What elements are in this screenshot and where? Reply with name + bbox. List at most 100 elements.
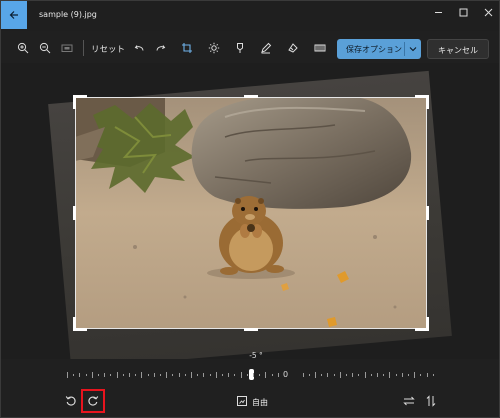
ruler-minor-tick bbox=[122, 374, 124, 376]
aspect-ratio-button[interactable] bbox=[234, 393, 250, 409]
undo-button[interactable] bbox=[131, 40, 147, 56]
ruler-tick bbox=[228, 373, 230, 377]
ruler-minor-tick bbox=[172, 374, 174, 376]
ruler-tick bbox=[240, 372, 242, 378]
brightness-tool-button[interactable] bbox=[206, 40, 222, 56]
save-dropdown-chevron-icon[interactable] bbox=[408, 43, 418, 55]
ruler-minor-tick bbox=[135, 374, 137, 376]
ruler-tick bbox=[302, 373, 304, 377]
markup-icon bbox=[261, 42, 272, 54]
ruler-tick bbox=[352, 373, 354, 377]
ruler-tick bbox=[377, 373, 378, 377]
ruler-minor-tick bbox=[370, 374, 372, 376]
ruler-tick bbox=[178, 373, 180, 377]
crop-handle-top[interactable] bbox=[244, 95, 258, 98]
close-icon bbox=[484, 8, 492, 16]
red-eye-icon bbox=[314, 44, 326, 52]
ruler-tick bbox=[327, 373, 329, 377]
redo-icon bbox=[156, 44, 165, 51]
flip-horizontal-button[interactable] bbox=[401, 393, 417, 409]
retouch-tool-button[interactable] bbox=[285, 40, 301, 56]
ruler-minor-tick bbox=[271, 374, 273, 376]
crop-handle-bottom-left-vertical[interactable] bbox=[73, 317, 76, 331]
rotate-left-icon bbox=[65, 396, 76, 406]
close-button[interactable] bbox=[473, 1, 499, 23]
flip-horizontal-icon bbox=[403, 396, 415, 406]
ruler-minor-tick bbox=[333, 374, 335, 376]
crop-handle-left[interactable] bbox=[73, 206, 76, 220]
zoom-in-button[interactable] bbox=[15, 40, 31, 56]
reset-button[interactable]: リセット bbox=[91, 43, 125, 55]
save-options-button[interactable]: 保存オプション bbox=[337, 39, 421, 59]
cancel-button[interactable]: キャンセル bbox=[427, 39, 489, 59]
ruler-tick bbox=[67, 372, 68, 378]
cancel-label: キャンセル bbox=[438, 46, 478, 55]
ruler-minor-tick bbox=[321, 374, 323, 376]
ruler-tick bbox=[265, 372, 267, 378]
ruler-minor-tick bbox=[346, 374, 347, 376]
crop-frame bbox=[75, 97, 427, 329]
undo-icon bbox=[134, 44, 143, 51]
crop-handle-top-left-vertical[interactable] bbox=[73, 95, 76, 109]
ruler-tick bbox=[414, 372, 416, 378]
crop-handle-bottom[interactable] bbox=[244, 328, 258, 331]
ruler-tick bbox=[215, 372, 217, 378]
red-eye-tool-button[interactable] bbox=[312, 40, 328, 56]
ruler-tick bbox=[339, 372, 341, 378]
crop-handle-right[interactable] bbox=[426, 206, 429, 220]
filter-icon bbox=[237, 43, 243, 53]
crop-icon bbox=[182, 43, 192, 53]
fit-icon bbox=[61, 44, 73, 52]
filter-tool-button[interactable] bbox=[232, 40, 248, 56]
flip-vertical-button[interactable] bbox=[423, 393, 439, 409]
ruler-minor-tick bbox=[246, 374, 248, 376]
zoom-out-button[interactable] bbox=[37, 40, 53, 56]
ruler-minor-tick bbox=[308, 374, 310, 376]
fit-button[interactable] bbox=[59, 40, 75, 56]
ruler-tick bbox=[116, 372, 118, 378]
rotation-angle-slider[interactable]: 0 bbox=[63, 365, 439, 385]
crop-handle-bottom-right-vertical[interactable] bbox=[426, 317, 429, 331]
ruler-tick bbox=[104, 373, 106, 377]
ruler-tick bbox=[166, 372, 168, 378]
crop-tool-button[interactable] bbox=[179, 40, 195, 56]
maximize-icon bbox=[459, 8, 467, 16]
editor-toolbar: リセット bbox=[1, 33, 499, 63]
minimize-icon bbox=[434, 11, 442, 13]
ruler-tick bbox=[191, 372, 192, 378]
photos-app-window: sample (9).jpg リセット 保存オプション キャンセル -5 ° 0… bbox=[0, 0, 500, 418]
ruler-tick bbox=[426, 373, 428, 377]
back-button[interactable] bbox=[1, 1, 27, 29]
ruler-minor-tick bbox=[383, 374, 385, 376]
title-bar: sample (9).jpg bbox=[1, 1, 499, 31]
ruler-tick bbox=[203, 373, 205, 377]
rotate-right-icon bbox=[88, 396, 99, 406]
rotate-left-button[interactable] bbox=[63, 393, 79, 409]
ruler-tick bbox=[401, 373, 403, 377]
ruler-minor-tick bbox=[222, 374, 223, 376]
zoom-out-icon bbox=[39, 42, 51, 54]
save-button-divider bbox=[404, 42, 405, 56]
ruler-tick bbox=[141, 372, 143, 378]
back-arrow-icon bbox=[9, 11, 18, 19]
ruler-minor-tick bbox=[358, 374, 360, 376]
rotate-right-button[interactable] bbox=[85, 393, 101, 409]
redo-button[interactable] bbox=[152, 40, 168, 56]
ruler-minor-tick bbox=[184, 374, 186, 376]
markup-tool-button[interactable] bbox=[258, 40, 274, 56]
ruler-minor-tick bbox=[209, 374, 211, 376]
crop-handle-top-right-vertical[interactable] bbox=[426, 95, 429, 109]
ruler-tick bbox=[253, 373, 254, 377]
ruler-tick bbox=[153, 373, 155, 377]
zoom-in-icon bbox=[17, 42, 29, 54]
ruler-tick bbox=[389, 372, 391, 378]
toolbar-divider bbox=[83, 40, 84, 56]
ruler-minor-tick bbox=[73, 374, 75, 376]
ruler-tick bbox=[277, 373, 279, 377]
save-options-label: 保存オプション bbox=[346, 45, 402, 54]
brightness-icon bbox=[208, 42, 220, 54]
aspect-ratio-label[interactable]: 自由 bbox=[252, 397, 268, 408]
ruler-tick bbox=[315, 372, 316, 378]
window-title: sample (9).jpg bbox=[39, 10, 97, 19]
ruler-tick bbox=[79, 373, 81, 377]
